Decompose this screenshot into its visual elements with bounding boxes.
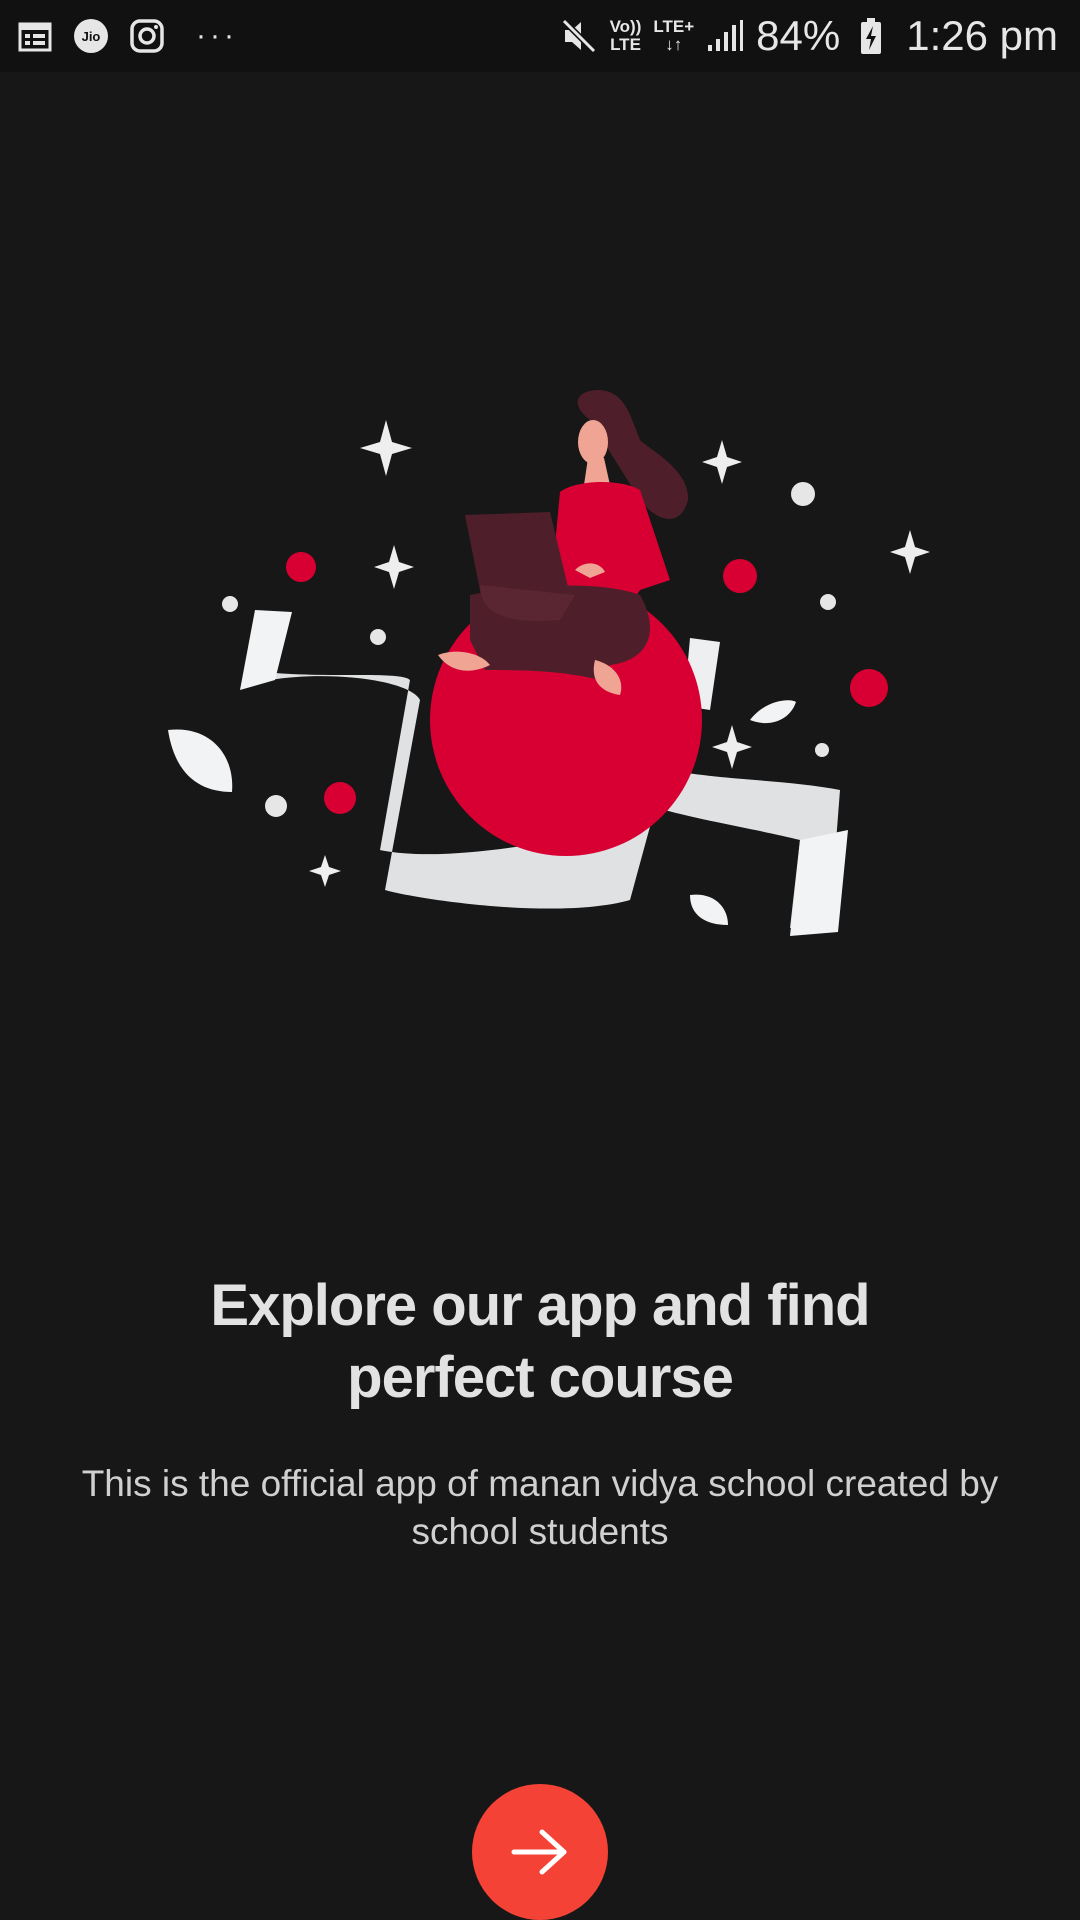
dot-white xyxy=(820,594,836,610)
description-line-2: school students xyxy=(411,1511,669,1552)
sparkle xyxy=(360,420,412,476)
leaf-right xyxy=(750,700,796,724)
calendar-icon xyxy=(16,17,54,55)
system-icons: Vo)) LTE LTE+ ↓↑ 84% 1:26 pm xyxy=(560,10,1058,62)
title-line-1: Explore our app and find xyxy=(210,1273,870,1338)
battery-charging-icon xyxy=(852,17,890,55)
dot-red xyxy=(324,782,356,814)
woman-face xyxy=(578,420,608,464)
mute-icon xyxy=(560,17,598,55)
instagram-icon xyxy=(128,17,166,55)
sparkle xyxy=(890,530,930,574)
signal-strength-icon xyxy=(706,17,744,55)
sparkle xyxy=(702,440,742,484)
leaf-left xyxy=(168,729,233,792)
dot-white xyxy=(815,743,829,757)
onboarding-screen: Jio ··· Vo)) LTE LTE+ ↓↑ 84% 1:26 pm Exp… xyxy=(0,0,1080,1920)
dot-white xyxy=(222,596,238,612)
jio-icon: Jio xyxy=(72,17,110,55)
description-line-1: This is the official app of manan vidya … xyxy=(81,1463,999,1504)
onboarding-description: This is the official app of manan vidya … xyxy=(30,1460,1050,1556)
volte-indicator: Vo)) LTE xyxy=(609,17,642,54)
title-line-2: perfect course xyxy=(347,1345,734,1410)
sparkle xyxy=(374,545,414,589)
status-bar: Jio ··· Vo)) LTE LTE+ ↓↑ 84% 1:26 pm xyxy=(0,0,1080,72)
leaf-bottom xyxy=(690,894,728,925)
dot-red xyxy=(286,552,316,582)
ribbon-right-end xyxy=(790,830,848,936)
dot-white xyxy=(791,482,815,506)
clock: 1:26 pm xyxy=(906,12,1058,59)
onboarding-title: Explore our app and find perfect course xyxy=(90,1270,990,1414)
dot-white xyxy=(370,629,386,645)
sparkle xyxy=(309,855,341,887)
more-notifications-icon: ··· xyxy=(196,19,238,52)
svg-text:Jio: Jio xyxy=(82,29,101,44)
lte-indicator: LTE+ ↓↑ xyxy=(653,17,695,54)
dot-white xyxy=(265,795,287,817)
dot-red xyxy=(723,559,757,593)
sparkle xyxy=(712,725,752,769)
dot-red xyxy=(850,669,888,707)
next-button[interactable] xyxy=(472,1784,608,1920)
woman-neck xyxy=(584,458,610,485)
notification-icons: Jio ··· xyxy=(16,14,238,58)
arrow-right-icon xyxy=(511,1829,567,1875)
hero-illustration xyxy=(0,380,1080,980)
battery-percent: 84% xyxy=(756,12,841,59)
